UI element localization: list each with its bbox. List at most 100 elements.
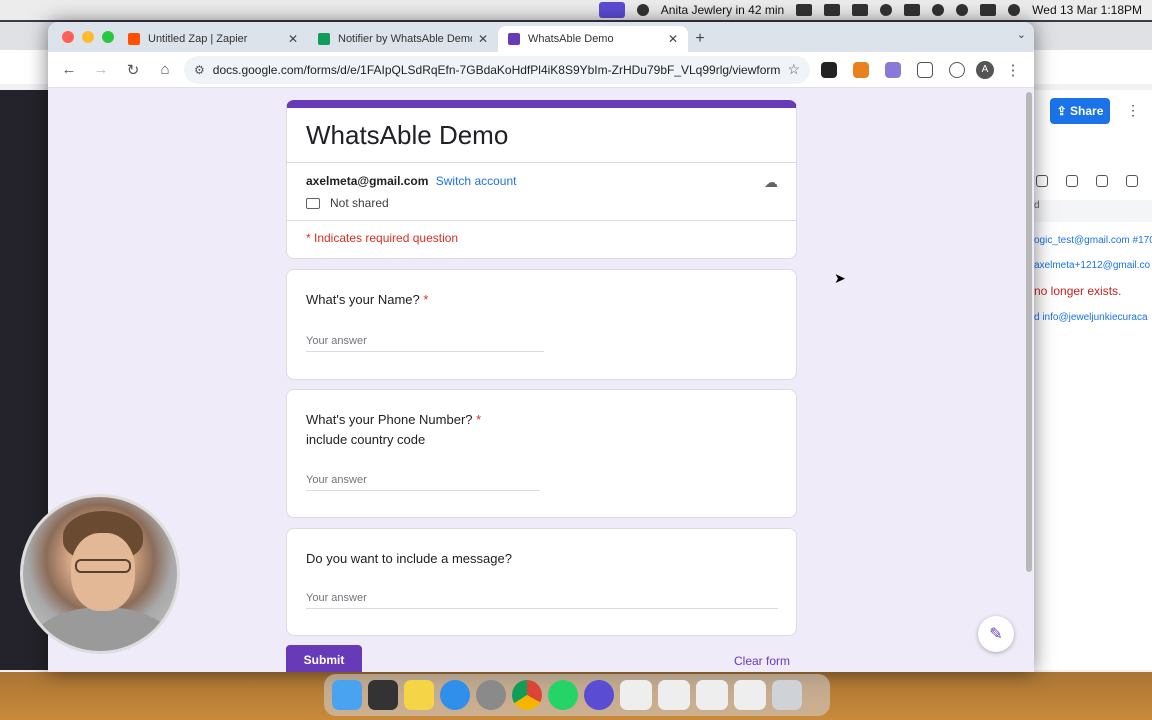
time-machine-icon[interactable]: [932, 4, 945, 16]
required-note: * Indicates required question: [306, 231, 459, 245]
tab-strip: Untitled Zap | Zapier ✕ Notifier by What…: [48, 22, 1034, 52]
safari-icon[interactable]: [440, 680, 470, 710]
phone-input[interactable]: Your answer: [306, 474, 540, 491]
wifi-icon[interactable]: [880, 4, 893, 16]
account-line: axelmeta@gmail.com Switch account: [306, 174, 516, 188]
close-window-button[interactable]: [62, 31, 74, 43]
forms-favicon-icon: [508, 33, 520, 45]
app-icon[interactable]: [584, 680, 614, 710]
sheets-favicon-icon: [318, 33, 330, 45]
forward-icon[interactable]: →: [88, 57, 114, 83]
switch-account-link[interactable]: Switch account: [436, 174, 517, 188]
minimize-window-button[interactable]: [82, 31, 94, 43]
system-settings-icon[interactable]: [476, 680, 506, 710]
window-thumbnail[interactable]: [658, 680, 690, 710]
chrome-menu-icon[interactable]: ⋮: [1000, 57, 1026, 83]
clear-form-button[interactable]: Clear form: [734, 654, 790, 668]
tab-whatsable-demo[interactable]: WhatsAble Demo ✕: [498, 26, 688, 52]
keyboard-icon[interactable]: [1126, 175, 1138, 187]
close-tab-icon[interactable]: ✕: [668, 32, 678, 46]
question-message-card: Do you want to include a message? Your a…: [286, 528, 797, 636]
home-icon[interactable]: ⌂: [152, 57, 178, 83]
required-asterisk: *: [476, 412, 482, 427]
siri-icon[interactable]: [1008, 4, 1021, 16]
puzzle-icon[interactable]: [917, 61, 933, 78]
share-icon: ⇪: [1056, 104, 1071, 118]
background-row[interactable]: ogic_test@gmail.com #170: [1034, 235, 1152, 246]
not-shared-icon: [306, 197, 320, 209]
cloud-sync-icon: ☁: [764, 174, 778, 190]
webcam-glasses: [75, 559, 131, 573]
clipboard-icon[interactable]: [824, 4, 841, 16]
form-page: WhatsAble Demo axelmeta@gmail.com Switch…: [48, 88, 1034, 672]
tab-title: Notifier by WhatsAble Demo: [338, 33, 472, 45]
document-icon[interactable]: [1036, 175, 1048, 187]
maximize-window-button[interactable]: [102, 31, 114, 43]
more-options-icon[interactable]: ⋮: [1126, 102, 1140, 119]
address-bar[interactable]: ⚙ docs.google.com/forms/d/e/1FAIpQLSdRqE…: [184, 55, 810, 84]
background-row[interactable]: d info@jeweljunkiecuraca: [1034, 312, 1148, 323]
sharing-status: Not shared: [306, 196, 389, 210]
site-info-icon[interactable]: ⚙: [194, 63, 205, 77]
extension-icon[interactable]: [821, 61, 837, 78]
page-scrollbar[interactable]: [1026, 92, 1032, 572]
menubar-clock[interactable]: Wed 13 Mar 1:18PM: [1032, 3, 1142, 17]
share-button[interactable]: ⇪ Share: [1050, 98, 1110, 124]
metamask-icon[interactable]: [853, 61, 869, 78]
notes-icon[interactable]: [404, 680, 434, 710]
window-thumbnail[interactable]: [734, 680, 766, 710]
whatsapp-icon[interactable]: [548, 680, 578, 710]
tab-zapier[interactable]: Untitled Zap | Zapier ✕: [118, 26, 308, 52]
battery-icon[interactable]: [852, 4, 869, 16]
question-label: What's your Name? *: [306, 292, 428, 307]
question-label: Do you want to include a message?: [306, 551, 512, 566]
close-tab-icon[interactable]: ✕: [478, 32, 488, 46]
mac-dock: [324, 674, 830, 716]
screen-recorder-icon[interactable]: [598, 2, 625, 18]
message-input[interactable]: Your answer: [306, 592, 778, 609]
finder-icon[interactable]: [332, 680, 362, 710]
divider: [287, 162, 796, 163]
name-input[interactable]: Your answer: [306, 335, 544, 352]
background-row[interactable]: axelmeta+1212@gmail.co: [1034, 260, 1150, 271]
launchpad-icon[interactable]: [368, 680, 398, 710]
url-text[interactable]: docs.google.com/forms/d/e/1FAIpQLSdRqEfn…: [213, 63, 788, 77]
text-input-icon[interactable]: [796, 4, 813, 16]
mac-menu-bar: Anita Jewlery in 42 min Wed 13 Mar 1:18P…: [0, 0, 1152, 20]
plug-icon[interactable]: [1066, 175, 1078, 187]
control-icon[interactable]: [904, 4, 921, 16]
zapier-favicon-icon: [128, 33, 140, 45]
profile-avatar[interactable]: A: [976, 60, 994, 79]
bookmark-star-icon[interactable]: ☆: [787, 61, 800, 78]
calendar-reminder[interactable]: Anita Jewlery in 42 min: [661, 3, 784, 17]
tab-notifier[interactable]: Notifier by WhatsAble Demo ✕: [308, 26, 498, 52]
background-tool-icons: [1030, 170, 1152, 192]
browser-window: Untitled Zap | Zapier ✕ Notifier by What…: [48, 22, 1034, 672]
question-description: include country code: [306, 432, 426, 447]
required-asterisk: *: [423, 292, 429, 307]
tab-title: WhatsAble Demo: [528, 33, 614, 45]
account-email: axelmeta@gmail.com: [306, 174, 429, 188]
performance-icon[interactable]: [949, 61, 965, 78]
window-thumbnail[interactable]: [620, 680, 652, 710]
webcam-hoodie: [33, 607, 173, 651]
new-tab-button[interactable]: +: [688, 26, 712, 52]
mouse-cursor-icon: ➤: [834, 270, 846, 286]
back-icon[interactable]: ←: [56, 57, 82, 83]
form-header-card: WhatsAble Demo axelmeta@gmail.com Switch…: [286, 100, 797, 259]
control-center-icon[interactable]: [980, 4, 997, 16]
submit-button[interactable]: Submit: [286, 645, 362, 672]
trash-icon[interactable]: [772, 680, 802, 710]
tab-search-icon[interactable]: ⌄: [1017, 28, 1026, 41]
reload-icon[interactable]: ↻: [120, 57, 146, 83]
settings-icon[interactable]: [1096, 175, 1108, 187]
spotlight-icon[interactable]: [956, 4, 969, 16]
edit-pencil-icon[interactable]: ✎: [978, 616, 1014, 652]
background-error-text: no longer exists.: [1034, 284, 1122, 298]
brightness-icon[interactable]: [636, 4, 649, 16]
chrome-icon[interactable]: [512, 680, 542, 710]
window-controls: [62, 31, 114, 43]
window-thumbnail[interactable]: [696, 680, 728, 710]
close-tab-icon[interactable]: ✕: [288, 32, 298, 46]
extension-icon[interactable]: [885, 61, 901, 78]
